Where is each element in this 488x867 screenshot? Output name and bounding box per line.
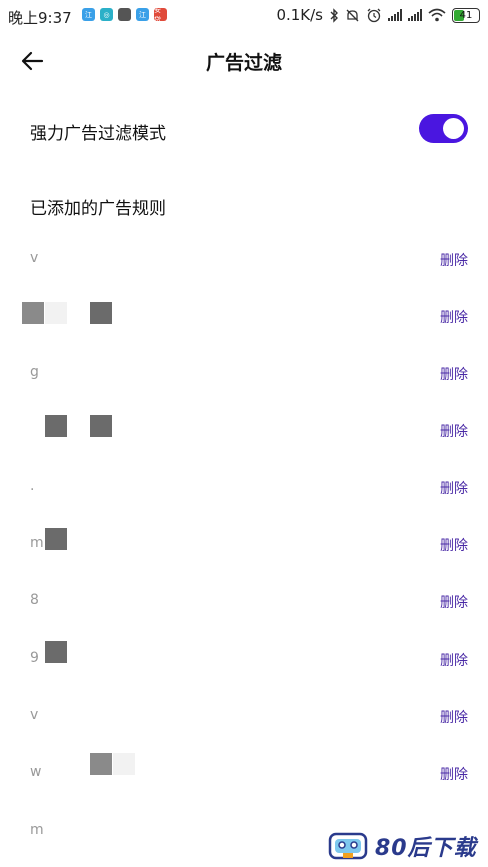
redacted-block <box>45 302 67 324</box>
app-notification-icon: 江 <box>136 8 149 21</box>
delete-rule-button[interactable]: 删除 <box>440 364 468 384</box>
alarm-icon <box>367 8 381 23</box>
rule-item: g 删除 <box>0 352 488 409</box>
strong-filter-toggle[interactable] <box>419 114 468 143</box>
status-time: 晚上9:37 <box>8 9 72 27</box>
signal-icon <box>408 9 422 21</box>
strong-filter-label: 强力广告过滤模式 <box>30 124 166 144</box>
status-right: 0.1K/s 41 <box>276 6 480 24</box>
rule-item: 8 删除 <box>0 580 488 637</box>
app-header: 广告过滤 <box>0 32 488 90</box>
delete-rule-button[interactable]: 删除 <box>440 535 468 555</box>
app-notification-icon <box>118 8 131 21</box>
rule-text: v <box>30 250 39 266</box>
app-notification-icon: ◎ <box>100 8 113 21</box>
app-notification-icon: 江 <box>82 8 95 21</box>
robot-logo-icon <box>328 832 368 860</box>
rule-item: 删除 <box>0 295 488 352</box>
signal-icon <box>388 9 402 21</box>
network-speed: 0.1K/s <box>276 6 323 24</box>
status-bar: 晚上9:37 江 ◎ 江 安贷 0.1K/s 41 <box>0 0 488 32</box>
battery-level: 41 <box>459 9 473 21</box>
delete-rule-button[interactable]: 删除 <box>440 307 468 327</box>
redacted-block <box>90 415 112 437</box>
rule-text: 9 <box>30 650 39 666</box>
redacted-block <box>22 302 44 324</box>
rule-text: 8 <box>30 592 39 608</box>
redacted-block <box>113 753 135 775</box>
rule-item: 9 删除 <box>0 638 488 695</box>
rule-text: g <box>30 364 39 380</box>
mute-icon <box>346 9 359 21</box>
page-title: 广告过滤 <box>205 52 282 74</box>
rule-item: v 删除 <box>0 238 488 295</box>
bluetooth-icon <box>330 7 338 23</box>
delete-rule-button[interactable]: 删除 <box>440 478 468 498</box>
delete-rule-button[interactable]: 删除 <box>440 421 468 441</box>
redacted-block <box>90 753 112 775</box>
rule-item: 删除 <box>0 409 488 466</box>
delete-rule-button[interactable]: 删除 <box>440 250 468 270</box>
redacted-block <box>90 302 112 324</box>
battery-icon: 41 <box>452 7 480 23</box>
redacted-block <box>45 528 67 550</box>
notification-icons: 江 ◎ 江 安贷 <box>82 8 167 21</box>
rule-text: . <box>30 478 35 494</box>
rule-text: w <box>30 764 42 780</box>
watermark: 80后下载 <box>327 830 477 862</box>
rule-text: v <box>30 707 39 723</box>
delete-rule-button[interactable]: 删除 <box>440 592 468 612</box>
app-notification-icon: 安贷 <box>154 8 167 21</box>
wifi-icon <box>428 8 446 22</box>
rule-text: m <box>30 535 44 551</box>
redacted-block <box>45 415 67 437</box>
redacted-block <box>45 641 67 663</box>
strong-filter-row: 强力广告过滤模式 <box>0 100 488 158</box>
rule-item: w 删除 <box>0 752 488 809</box>
rule-item: v 删除 <box>0 695 488 752</box>
rule-item: . 删除 <box>0 466 488 523</box>
toggle-knob <box>443 118 464 139</box>
rule-item: m 删除 <box>0 523 488 580</box>
delete-rule-button[interactable]: 删除 <box>440 764 468 784</box>
watermark-text: 80后下载 <box>375 836 477 861</box>
rules-section-title: 已添加的广告规则 <box>30 199 166 219</box>
delete-rule-button[interactable]: 删除 <box>440 707 468 727</box>
rule-text: m <box>30 822 44 838</box>
delete-rule-button[interactable]: 删除 <box>440 650 468 670</box>
